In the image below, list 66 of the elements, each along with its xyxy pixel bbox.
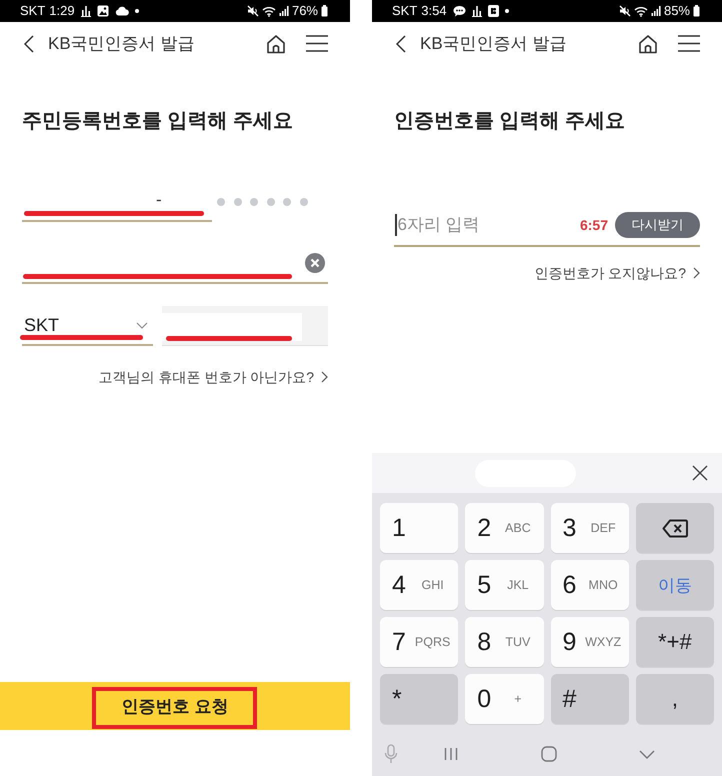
backspace-key[interactable] [636, 503, 714, 553]
back-icon[interactable] [396, 34, 406, 52]
page-heading: 주민등록번호를 입력해 주세요 [22, 109, 294, 133]
help-link[interactable]: 인증번호가 오지않나요? [534, 263, 700, 283]
chat-bubble-icon [452, 5, 466, 17]
digit-key[interactable]: 5 JKL [465, 560, 544, 610]
symbol-key[interactable]: # [550, 674, 629, 724]
digit-key[interactable]: 4 GHI [380, 560, 458, 610]
page-heading: 인증번호를 입력해 주세요 [394, 109, 626, 133]
carrier-select[interactable]: SKT [22, 306, 153, 346]
request-button[interactable]: 인증번호 요청 [0, 682, 350, 730]
digit-key[interactable]: 6 MNO [550, 560, 629, 610]
activity-bars-icon [80, 5, 91, 17]
battery-icon [321, 5, 328, 17]
backspace-icon [662, 518, 688, 538]
battery-percent: 76% [292, 3, 318, 19]
chevron-down-icon [136, 322, 148, 328]
home-icon[interactable] [266, 34, 286, 54]
symbol-key[interactable]: * [380, 674, 458, 724]
phone-field[interactable] [162, 306, 328, 346]
carrier-name: SKT [20, 3, 46, 19]
clock-time: 1:29 [49, 3, 75, 19]
chevron-right-icon [321, 371, 328, 383]
digit-key[interactable]: 7 PQRS [380, 617, 458, 667]
page-title: KB국민인증서 발급 [48, 32, 194, 54]
wifi-icon [634, 6, 648, 16]
digit-key[interactable]: 1 [380, 503, 458, 553]
menu-icon[interactable] [306, 35, 328, 52]
mute-icon [618, 5, 631, 17]
digit-key[interactable]: 9 WXYZ [550, 617, 629, 667]
recent-apps-icon[interactable] [444, 747, 458, 761]
cloud-icon [114, 6, 129, 16]
home-icon[interactable] [638, 34, 658, 54]
activity-bars-icon [472, 5, 482, 17]
page-title: KB국민인증서 발급 [420, 32, 566, 54]
id-number-field[interactable]: - [22, 182, 212, 222]
code-input[interactable]: 6자리 입력 [396, 213, 580, 237]
chevron-down-icon[interactable] [639, 750, 655, 758]
menu-icon[interactable] [678, 35, 700, 52]
app-badge-icon [488, 5, 499, 17]
battery-icon [693, 5, 700, 17]
back-icon[interactable] [24, 34, 34, 52]
notification-dot-icon [504, 9, 509, 13]
symbol-key[interactable]: , [636, 674, 714, 724]
clear-icon[interactable] [305, 253, 325, 273]
clock-time: 3:54 [421, 3, 447, 19]
digit-key[interactable]: 0 + [465, 674, 544, 724]
symbol-key[interactable]: *+# [636, 617, 714, 667]
picture-icon [96, 5, 109, 17]
resend-button[interactable]: 다시받기 [615, 212, 700, 238]
carrier-name: SKT [392, 3, 418, 19]
digit-key[interactable]: 2 ABC [465, 503, 544, 553]
notification-dot-icon [134, 9, 139, 13]
chevron-right-icon [693, 267, 700, 279]
separator-text: - [156, 190, 162, 210]
mute-icon [246, 5, 259, 17]
digit-key[interactable]: 3 DEF [550, 503, 629, 553]
wifi-icon [262, 6, 276, 16]
help-link[interactable]: 고객님의 휴대폰 번호가 아닌가요? [98, 367, 328, 387]
digit-key[interactable]: 8 TUV [465, 617, 544, 667]
battery-percent: 85% [664, 3, 690, 19]
close-icon[interactable] [692, 465, 708, 481]
signal-icon [650, 6, 661, 16]
countdown-timer: 6:57 [580, 217, 608, 233]
signal-icon [278, 6, 289, 16]
home-button-icon[interactable] [541, 746, 557, 762]
